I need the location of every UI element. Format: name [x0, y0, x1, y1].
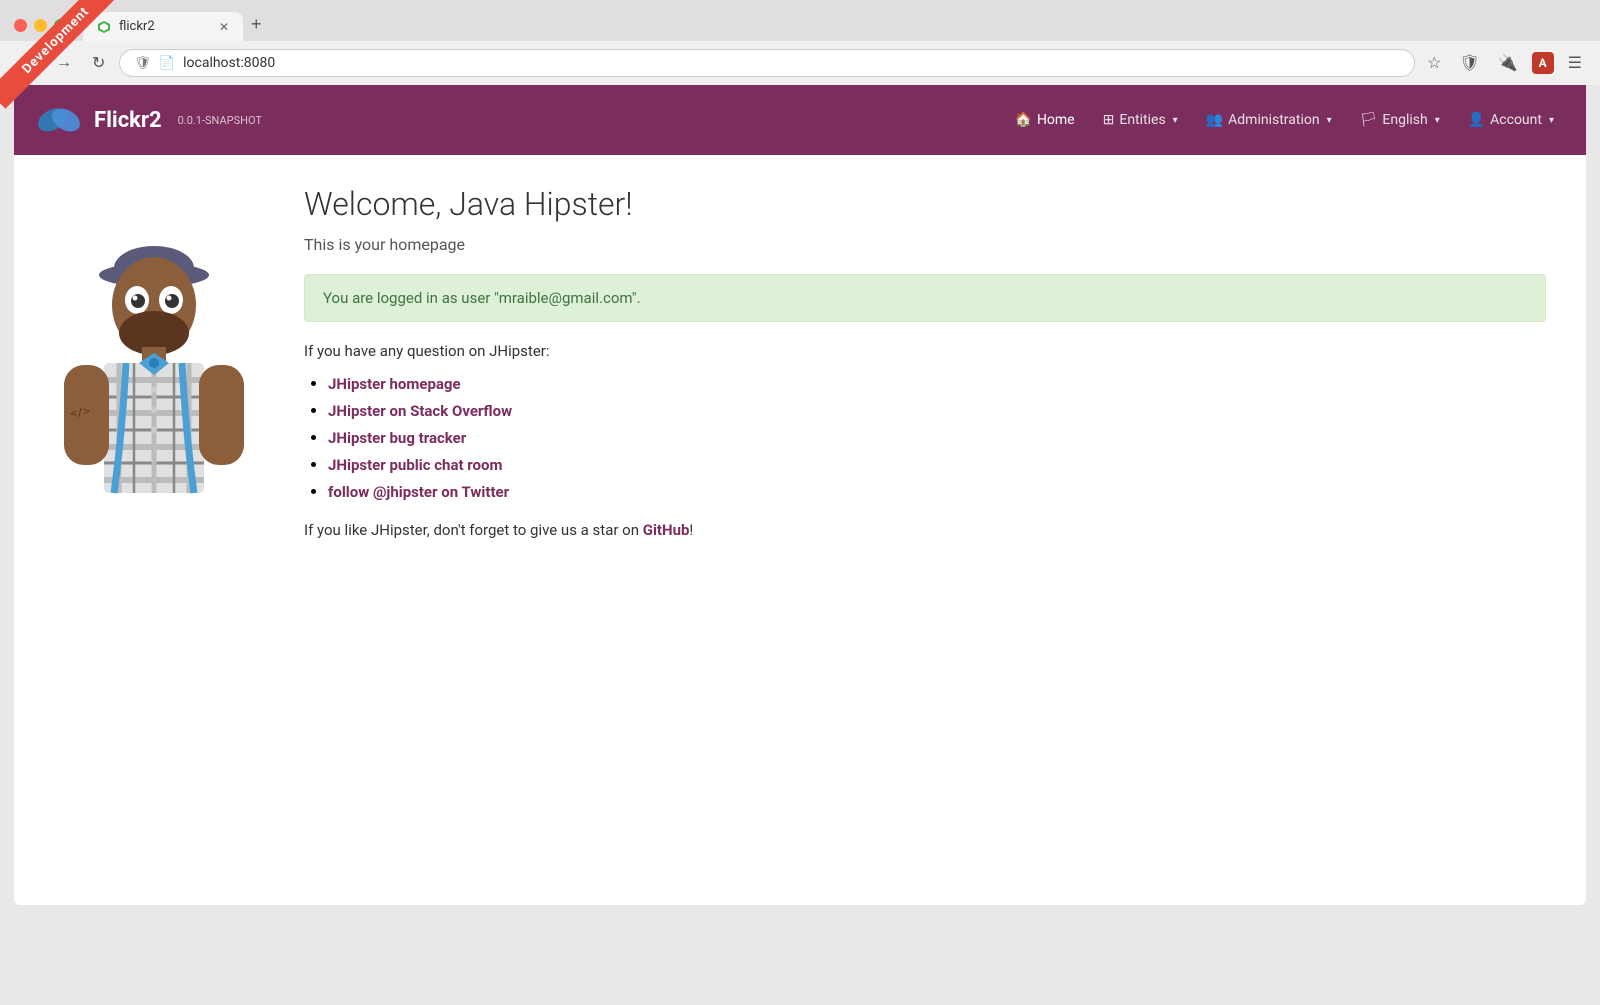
content-area: Welcome, Java Hipster! This is your home…: [304, 185, 1546, 589]
question-text: If you have any question on JHipster:: [304, 342, 1546, 360]
list-item: JHipster public chat room: [328, 455, 1546, 474]
flag-icon: 🏳: [1360, 112, 1378, 128]
nav-administration[interactable]: 👥 Administration ▾: [1194, 104, 1344, 136]
browser-window: flickr2 ✕ + ← → ↻ 🛡 📄 localhost:8080 ☆ 🛡…: [0, 0, 1600, 1005]
nav-links: 🏠 Home ⊞ Entities ▾ 👥 Administration ▾: [1003, 104, 1567, 136]
maximize-window-button[interactable]: [54, 19, 67, 32]
app-wrapper: Development Flickr2 0.0.1-SNAPSHOT 🏠 Hom…: [14, 85, 1586, 905]
brand-title: Flickr2: [94, 108, 162, 133]
account-caret: ▾: [1549, 115, 1554, 126]
list-item: JHipster on Stack Overflow: [328, 401, 1546, 420]
window-controls: [14, 19, 67, 32]
tab-title: flickr2: [119, 19, 155, 34]
tab-favicon: [97, 20, 111, 34]
nav-english[interactable]: 🏳 English ▾: [1348, 104, 1452, 136]
jhipster-homepage-link[interactable]: JHipster homepage: [328, 375, 461, 393]
tab-bar: flickr2 ✕ +: [83, 10, 1586, 41]
nav-english-label: English: [1382, 112, 1427, 128]
jhipster-chat-link[interactable]: JHipster public chat room: [328, 456, 502, 474]
homepage-subtitle: This is your homepage: [304, 235, 1546, 254]
back-button[interactable]: ←: [14, 50, 42, 76]
forward-button[interactable]: →: [50, 50, 78, 76]
active-tab[interactable]: flickr2 ✕: [83, 12, 243, 41]
list-item: follow @jhipster on Twitter: [328, 482, 1546, 501]
address-bar[interactable]: 🛡 📄 localhost:8080: [119, 49, 1415, 77]
nav-home-label: Home: [1037, 112, 1075, 128]
grid-icon: ⊞: [1103, 112, 1115, 128]
browser-toolbar: ← → ↻ 🛡 📄 localhost:8080 ☆ 🛡 🔌 A ☰: [0, 41, 1600, 85]
nav-administration-label: Administration: [1228, 112, 1319, 128]
welcome-title: Welcome, Java Hipster!: [304, 185, 1546, 223]
english-caret: ▾: [1435, 115, 1440, 126]
new-tab-button[interactable]: +: [243, 10, 270, 39]
brand-version: 0.0.1-SNAPSHOT: [178, 114, 262, 127]
browser-titlebar: flickr2 ✕ +: [0, 0, 1600, 41]
security-icon: 🛡: [134, 56, 151, 71]
user-avatar[interactable]: A: [1532, 52, 1554, 74]
menu-button[interactable]: ☰: [1564, 49, 1586, 77]
nav-entities[interactable]: ⊞ Entities ▾: [1091, 104, 1190, 136]
extension-button[interactable]: 🔌: [1494, 49, 1522, 77]
brand-logo: [34, 95, 84, 145]
admin-caret: ▾: [1327, 115, 1332, 126]
github-text-after: !: [689, 521, 693, 539]
list-item: JHipster homepage: [328, 374, 1546, 393]
logged-in-alert: You are logged in as user "mraible@gmail…: [304, 274, 1546, 322]
shield-button[interactable]: 🛡: [1455, 49, 1483, 77]
nav-home[interactable]: 🏠 Home: [1003, 104, 1087, 136]
close-window-button[interactable]: [14, 19, 27, 32]
logged-in-message: You are logged in as user "mraible@gmail…: [323, 289, 641, 307]
github-paragraph: If you like JHipster, don't forget to gi…: [304, 521, 1546, 539]
github-text-before: If you like JHipster, don't forget to gi…: [304, 521, 643, 539]
brand-link[interactable]: Flickr2 0.0.1-SNAPSHOT: [34, 95, 262, 145]
github-link[interactable]: GitHub: [643, 521, 690, 539]
mascot-image: </>: [54, 185, 254, 585]
tab-close-button[interactable]: ✕: [219, 20, 229, 34]
mascot-area: </>: [54, 185, 274, 589]
home-icon: 🏠: [1015, 112, 1032, 128]
jhipster-stackoverflow-link[interactable]: JHipster on Stack Overflow: [328, 402, 512, 420]
navbar: Flickr2 0.0.1-SNAPSHOT 🏠 Home ⊞ Entities…: [14, 85, 1586, 155]
user-icon: 👤: [1468, 112, 1485, 128]
main-content: </> Welcome, Java Hipster! This is your …: [14, 155, 1586, 619]
nav-entities-label: Entities: [1119, 112, 1165, 128]
admin-icon: 👥: [1206, 112, 1223, 128]
jhipster-twitter-link[interactable]: follow @jhipster on Twitter: [328, 483, 509, 501]
entities-caret: ▾: [1173, 115, 1178, 126]
bookmark-button[interactable]: ☆: [1423, 49, 1445, 77]
jhipster-links: JHipster homepage JHipster on Stack Over…: [304, 374, 1546, 501]
list-item: JHipster bug tracker: [328, 428, 1546, 447]
nav-account[interactable]: 👤 Account ▾: [1456, 104, 1566, 136]
jhipster-bugtracker-link[interactable]: JHipster bug tracker: [328, 429, 466, 447]
toolbar-right: ☆ 🛡 🔌 A ☰: [1423, 49, 1586, 77]
page-icon: 📄: [159, 56, 175, 71]
minimize-window-button[interactable]: [34, 19, 47, 32]
url-text: localhost:8080: [183, 55, 1400, 71]
nav-account-label: Account: [1490, 112, 1542, 128]
reload-button[interactable]: ↻: [86, 49, 111, 77]
